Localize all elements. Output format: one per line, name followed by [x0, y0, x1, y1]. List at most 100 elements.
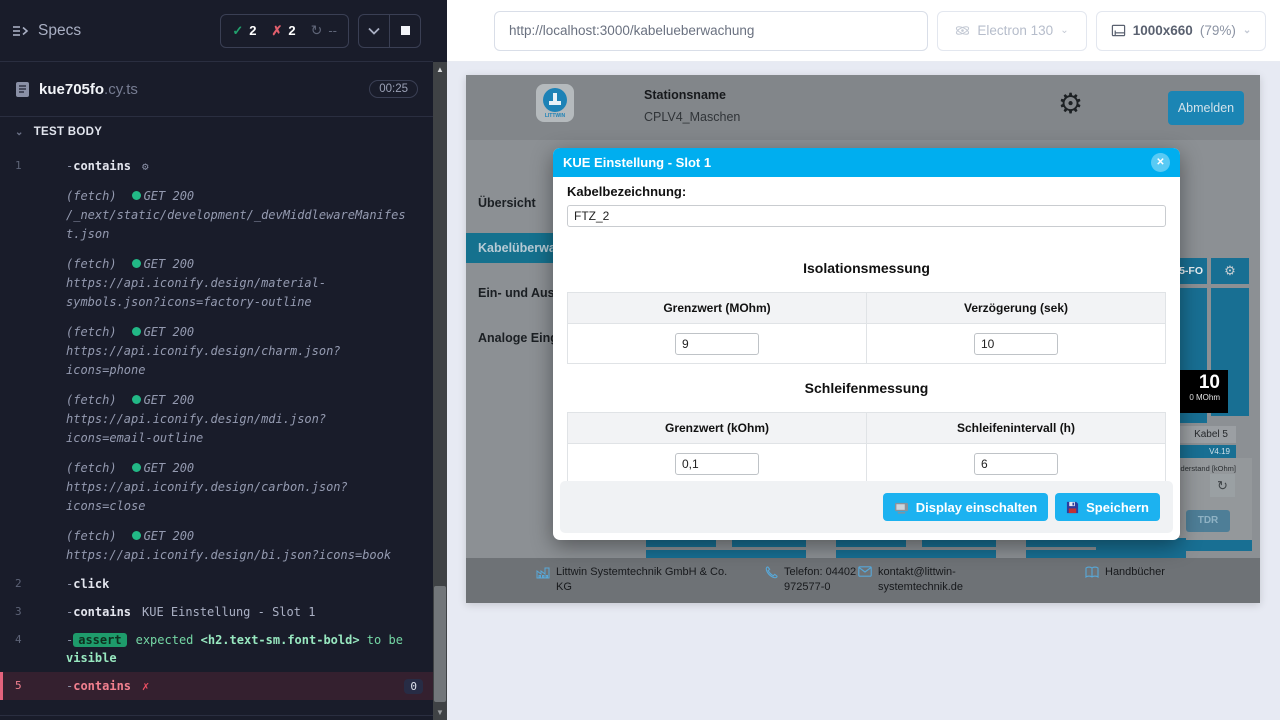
network-log-status: (fetch)GET 200 — [66, 323, 407, 342]
assert-message-part: to be — [360, 633, 403, 647]
stop-run-button[interactable] — [389, 15, 420, 47]
loop-heading: Schleifenmessung — [567, 380, 1166, 396]
footer-manuals[interactable]: Handbücher — [1085, 565, 1165, 583]
step-number: 4 — [0, 631, 66, 667]
request-status: GET 200 — [144, 257, 195, 271]
run-controls — [358, 14, 421, 48]
success-dot-icon — [132, 463, 141, 472]
step-number: 1 — [0, 157, 66, 565]
passed-count: 2 — [249, 23, 256, 38]
settings-gear-icon[interactable]: ⚙ — [1058, 90, 1083, 118]
aut-stage: LITTWIN Stationsname CPLV4_Maschen ⚙ Abm… — [447, 62, 1280, 720]
step-command-line: -assertexpected <h2.text-sm.font-bold> t… — [66, 631, 407, 667]
network-log-status: (fetch)GET 200 — [66, 459, 407, 478]
tdr-button[interactable]: TDR — [1186, 510, 1230, 532]
save-button[interactable]: Speichern — [1055, 493, 1160, 521]
cypress-reporter-sidebar: Specs ✓2 ✗2 ↻-- kue705fo.cy.ts 00:25 ⌄ T… — [0, 0, 447, 720]
book-icon — [1085, 565, 1099, 583]
kue-settings-modal: KUE Einstellung - Slot 1 ✕ Kabelbezeichn… — [553, 148, 1180, 540]
reporter-header: Specs ✓2 ✗2 ↻-- — [0, 0, 433, 62]
step-command-line: -contains✗ — [66, 677, 407, 695]
loop-interval-input[interactable] — [974, 453, 1058, 475]
test-step[interactable]: 4-assertexpected <h2.text-sm.font-bold> … — [0, 626, 433, 672]
test-step[interactable]: 2-click — [0, 570, 433, 598]
test-step[interactable]: 1-contains⚙(fetch)GET 200/_next/static/d… — [0, 152, 433, 570]
collapse-all-button[interactable] — [359, 15, 389, 47]
step-content: -contains⚙(fetch)GET 200/_next/static/de… — [66, 157, 433, 565]
network-log: (fetch)GET 200https://api.iconify.design… — [66, 527, 407, 565]
viewport-size: 1000x660 — [1133, 23, 1193, 38]
gear-icon: ⚙ — [142, 160, 149, 173]
stat-pending: ↻-- — [311, 22, 337, 39]
passed-check-icon: ✓ — [232, 23, 243, 39]
loop-col2-header: Schleifenintervall (h) — [867, 413, 1166, 444]
fetch-tag: (fetch) — [66, 257, 117, 271]
refresh-icon[interactable]: ↻ — [1210, 474, 1235, 497]
step-number: 2 — [0, 575, 66, 593]
fetch-tag: (fetch) — [66, 189, 117, 203]
url-input[interactable] — [494, 11, 928, 51]
card-bottom-fragment — [836, 538, 996, 558]
command-log: 1-contains⚙(fetch)GET 200/_next/static/d… — [0, 147, 433, 700]
kabel-name-input[interactable] — [567, 205, 1166, 227]
scrollbar-thumb[interactable] — [434, 586, 446, 702]
modal-close-button[interactable]: ✕ — [1151, 153, 1170, 172]
test-step[interactable]: 3-containsKUE Einstellung - Slot 1 — [0, 598, 433, 626]
test-body-toggle[interactable]: ⌄ TEST BODY — [0, 117, 447, 147]
iso-delay-input[interactable] — [974, 333, 1058, 355]
modal-title: KUE Einstellung - Slot 1 — [563, 155, 711, 170]
save-label: Speichern — [1086, 500, 1149, 515]
spec-file-row[interactable]: kue705fo.cy.ts 00:25 — [0, 62, 433, 117]
slot-gear-icon[interactable]: ⚙ — [1211, 258, 1249, 284]
test-body-label: TEST BODY — [34, 126, 103, 138]
browser-selector[interactable]: Electron 130 ⌄ — [937, 11, 1087, 51]
stat-passed: ✓2 — [232, 23, 256, 39]
network-log-status: (fetch) GET 200 — [66, 255, 407, 274]
monitor-icon — [894, 501, 909, 514]
isolation-table: Grenzwert (MOhm) Verzögerung (sek) — [567, 292, 1166, 364]
command-name: assert — [73, 633, 126, 647]
scrollbar-down-arrow-icon[interactable]: ▼ — [433, 708, 447, 717]
network-log-status: (fetch)GET 200 — [66, 527, 407, 546]
test-step[interactable]: 05-contains✗ — [0, 672, 433, 700]
loop-limit-input[interactable] — [675, 453, 759, 475]
loop-col1-header: Grenzwert (kOhm) — [568, 413, 867, 444]
viewport-zoom: (79%) — [1200, 23, 1236, 38]
specs-menu-button[interactable]: Specs — [12, 22, 81, 40]
success-dot-icon — [132, 531, 141, 540]
scrollbar-up-arrow-icon[interactable]: ▲ — [433, 65, 447, 74]
command-name: click — [73, 577, 109, 591]
step-content: -containsKUE Einstellung - Slot 1 — [66, 603, 433, 621]
viewport-selector[interactable]: 1000x660 (79%) ⌄ — [1096, 11, 1266, 51]
chevron-down-icon — [368, 27, 380, 35]
request-url: https://api.iconify.design/mdi.json?icon… — [66, 410, 407, 448]
spec-timer: 00:25 — [369, 80, 418, 98]
command-argument: KUE Einstellung - Slot 1 — [142, 605, 315, 619]
littwin-logo: LITTWIN — [536, 84, 574, 122]
close-icon: ✕ — [1156, 157, 1164, 168]
card-bottom-fragment — [1026, 538, 1186, 558]
display-on-button[interactable]: Display einschalten — [883, 493, 1048, 521]
card-bottom-fragment — [646, 538, 806, 558]
modal-footer: Display einschalten Speichern — [560, 481, 1173, 533]
step-number: 5 — [0, 677, 66, 695]
fetch-tag: (fetch) — [66, 461, 117, 475]
command-name: contains — [73, 679, 131, 693]
chevron-down-icon: ⌄ — [1243, 25, 1251, 36]
electron-icon — [955, 23, 970, 38]
request-status: GET 200 — [144, 529, 195, 543]
modal-body: Kabelbezeichnung: Isolationsmessung Gren… — [553, 177, 1180, 484]
phone-icon — [765, 565, 778, 595]
request-url: /_next/static/development/_devMiddleware… — [66, 206, 407, 244]
display-on-label: Display einschalten — [916, 500, 1037, 515]
reporter-scrollbar[interactable]: ▲ ▼ — [433, 62, 447, 720]
iso-limit-input[interactable] — [675, 333, 759, 355]
command-name: contains — [73, 605, 131, 619]
stat-failed: ✗2 — [271, 23, 295, 39]
footer-manuals-text: Handbücher — [1105, 565, 1165, 583]
success-dot-icon — [132, 395, 141, 404]
station-label: Stationsname — [644, 88, 740, 102]
logout-button[interactable]: Abmelden — [1168, 91, 1244, 125]
step-content: -contains✗ — [66, 677, 433, 695]
network-log: (fetch)GET 200/_next/static/development/… — [66, 187, 407, 244]
